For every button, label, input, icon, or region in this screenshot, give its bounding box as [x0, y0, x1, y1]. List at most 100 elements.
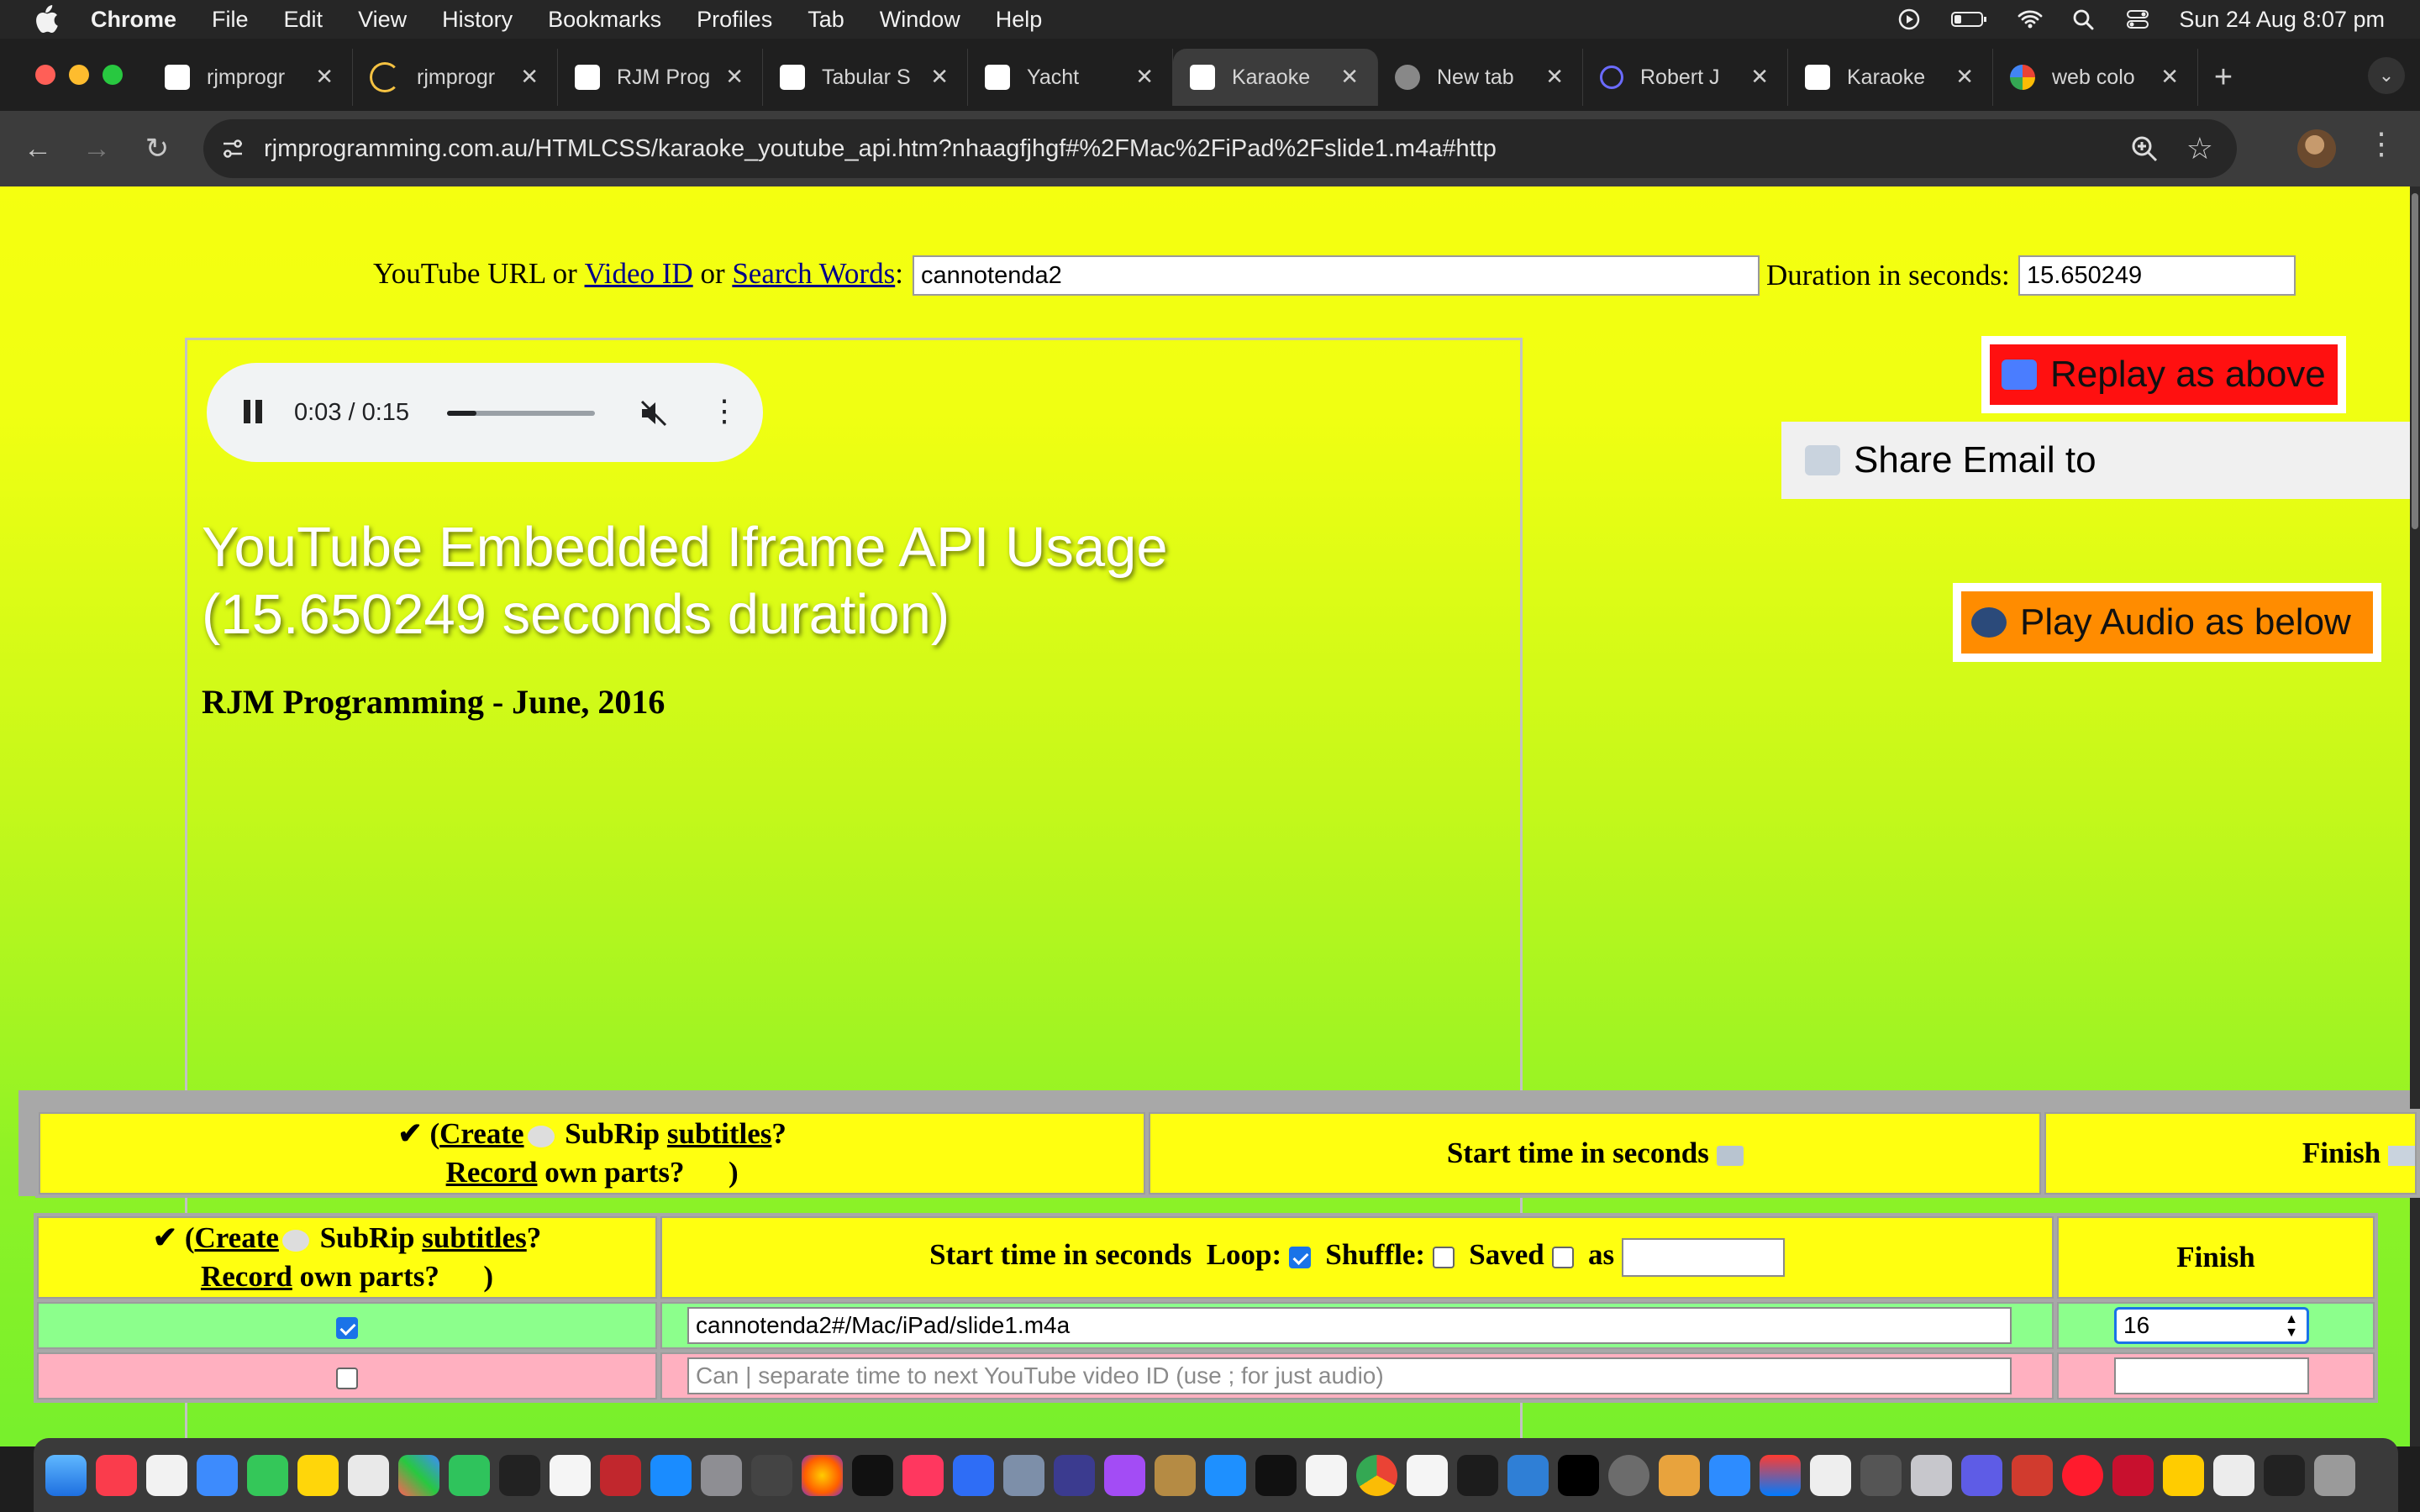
tab-close-icon[interactable]: ✕ [315, 64, 334, 90]
control-center-icon[interactable] [2125, 8, 2150, 30]
script-editor-icon[interactable] [1911, 1454, 1952, 1496]
search-words-link[interactable]: Search Words [732, 257, 895, 291]
audio-more-options-icon[interactable]: ⋮ [709, 393, 739, 428]
news-icon[interactable] [902, 1454, 944, 1496]
spotlight-search-icon[interactable] [2071, 8, 2096, 30]
video-id-link[interactable]: Video ID [585, 257, 693, 291]
launchpad-icon[interactable] [398, 1454, 439, 1496]
replay-button[interactable]: Replay as above [1981, 336, 2346, 413]
share-email-button[interactable]: Share Email to [1781, 422, 2410, 499]
browser-tab[interactable]: rjmprogr ✕ [353, 49, 558, 106]
calculator-icon[interactable] [701, 1454, 742, 1496]
mail-icon[interactable] [197, 1454, 238, 1496]
finder-icon[interactable] [45, 1454, 87, 1496]
tab-close-icon[interactable]: ✕ [1545, 64, 1564, 90]
zoom-icon[interactable] [2129, 134, 2160, 164]
tips-icon[interactable] [2163, 1454, 2204, 1496]
profile-avatar[interactable] [2297, 129, 2336, 168]
loop-checkbox[interactable] [1288, 1247, 1311, 1268]
menu-tab[interactable]: Tab [808, 7, 844, 33]
archive-icon[interactable] [1155, 1454, 1196, 1496]
media-play-icon[interactable] [1897, 8, 1922, 30]
play-audio-button[interactable]: Play Audio as below [1953, 583, 2381, 662]
browser-tab[interactable]: rjmprogr ✕ [148, 49, 353, 106]
start-time-input[interactable]: cannotenda2#/Mac/iPad/slide1.m4a [687, 1307, 2012, 1344]
reminders-icon[interactable] [146, 1454, 187, 1496]
number-spinner-icon[interactable]: ▲ ▼ [2285, 1313, 2298, 1340]
browser-tab[interactable]: Karaoke ✕ [1788, 49, 1993, 106]
tab-close-icon[interactable]: ✕ [1955, 64, 1974, 90]
menu-help[interactable]: Help [996, 7, 1043, 33]
tab-close-icon[interactable]: ✕ [1135, 64, 1154, 90]
menu-edit[interactable]: Edit [284, 7, 324, 33]
filezilla-icon[interactable] [600, 1454, 641, 1496]
music-icon[interactable] [96, 1454, 137, 1496]
browser-tab[interactable]: RJM Prog ✕ [558, 49, 763, 106]
sticky-create-link[interactable]: Create [439, 1117, 523, 1150]
start-time-input[interactable]: Can | separate time to next YouTube vide… [687, 1357, 2012, 1394]
terminal-icon[interactable] [499, 1454, 540, 1496]
bbedit-icon[interactable] [1054, 1454, 1095, 1496]
firefox-icon[interactable] [802, 1454, 843, 1496]
muted-speaker-icon[interactable] [639, 398, 669, 428]
youtube-url-input[interactable]: cannotenda2 [913, 255, 1760, 296]
saved-checkbox[interactable] [1551, 1247, 1574, 1268]
downloads-stack-icon[interactable] [2213, 1454, 2254, 1496]
quicktime-icon[interactable] [1507, 1454, 1549, 1496]
file-icon[interactable] [1407, 1454, 1448, 1496]
browser-tab[interactable]: New tab ✕ [1378, 49, 1583, 106]
window-close-button[interactable] [35, 65, 55, 85]
browser-tab[interactable]: web colo ✕ [1993, 49, 2198, 106]
chrome-menu-kebab-icon[interactable]: ⋮ [2366, 126, 2396, 161]
apple-icon[interactable] [34, 5, 59, 34]
menu-window[interactable]: Window [880, 7, 960, 33]
window-zoom-button[interactable] [103, 65, 123, 85]
console-icon[interactable] [1255, 1454, 1297, 1496]
subtitles-link[interactable]: subtitles [422, 1221, 526, 1254]
calendar-icon[interactable] [1306, 1454, 1347, 1496]
compass-icon[interactable] [2012, 1454, 2053, 1496]
row-select-checkbox[interactable] [336, 1316, 358, 1339]
inkscape-icon[interactable] [1810, 1454, 1851, 1496]
opera-icon[interactable] [2062, 1454, 2103, 1496]
podcasts-icon[interactable] [1104, 1454, 1145, 1496]
menu-app-name[interactable]: Chrome [91, 7, 176, 33]
tab-close-icon[interactable]: ✕ [1750, 64, 1769, 90]
recent-stack-icon[interactable] [2264, 1454, 2305, 1496]
page-scrollbar-thumb[interactable] [2412, 193, 2418, 529]
browser-tab[interactable]: Robert J ✕ [1583, 49, 1788, 106]
forward-arrow-icon[interactable]: → [77, 129, 116, 168]
utility-icon[interactable] [751, 1454, 792, 1496]
create-link[interactable]: Create [194, 1221, 278, 1254]
tab-close-icon[interactable]: ✕ [930, 64, 949, 90]
safari-icon[interactable] [1205, 1454, 1246, 1496]
app-store-icon[interactable] [650, 1454, 692, 1496]
browser-tab[interactable]: Yacht ✕ [968, 49, 1173, 106]
tab-search-chevron-icon[interactable]: ⌄ [2368, 57, 2405, 94]
back-arrow-icon[interactable]: ← [18, 129, 57, 168]
new-tab-plus-icon[interactable]: + [2198, 49, 2249, 106]
address-bar[interactable]: rjmprogramming.com.au/HTMLCSS/karaoke_yo… [203, 119, 2237, 178]
menu-profiles[interactable]: Profiles [697, 7, 772, 33]
notes-icon[interactable] [297, 1454, 339, 1496]
tab-close-icon[interactable]: ✕ [725, 64, 744, 90]
no-entry-icon[interactable] [953, 1454, 994, 1496]
document-icon[interactable] [550, 1454, 591, 1496]
menubar-clock[interactable]: Sun 24 Aug 8:07 pm [2179, 7, 2385, 33]
tab-close-icon[interactable]: ✕ [520, 64, 539, 90]
facetime-icon[interactable] [449, 1454, 490, 1496]
tor-icon[interactable] [1961, 1454, 2002, 1496]
duration-input[interactable]: 15.650249 [2018, 255, 2296, 296]
apple-tv-icon[interactable] [852, 1454, 893, 1496]
audio-seek-slider[interactable] [447, 411, 595, 416]
site-info-tune-icon[interactable] [220, 136, 245, 161]
messages-icon[interactable] [247, 1454, 288, 1496]
trash-icon[interactable] [2314, 1454, 2355, 1496]
save-as-input[interactable] [1621, 1238, 1785, 1277]
row-select-checkbox[interactable] [336, 1367, 358, 1389]
battery-icon[interactable] [1950, 8, 1989, 30]
menu-view[interactable]: View [358, 7, 407, 33]
record-link[interactable]: Record [201, 1260, 292, 1293]
colorsync-icon[interactable] [1659, 1454, 1700, 1496]
freeform-icon[interactable] [348, 1454, 389, 1496]
